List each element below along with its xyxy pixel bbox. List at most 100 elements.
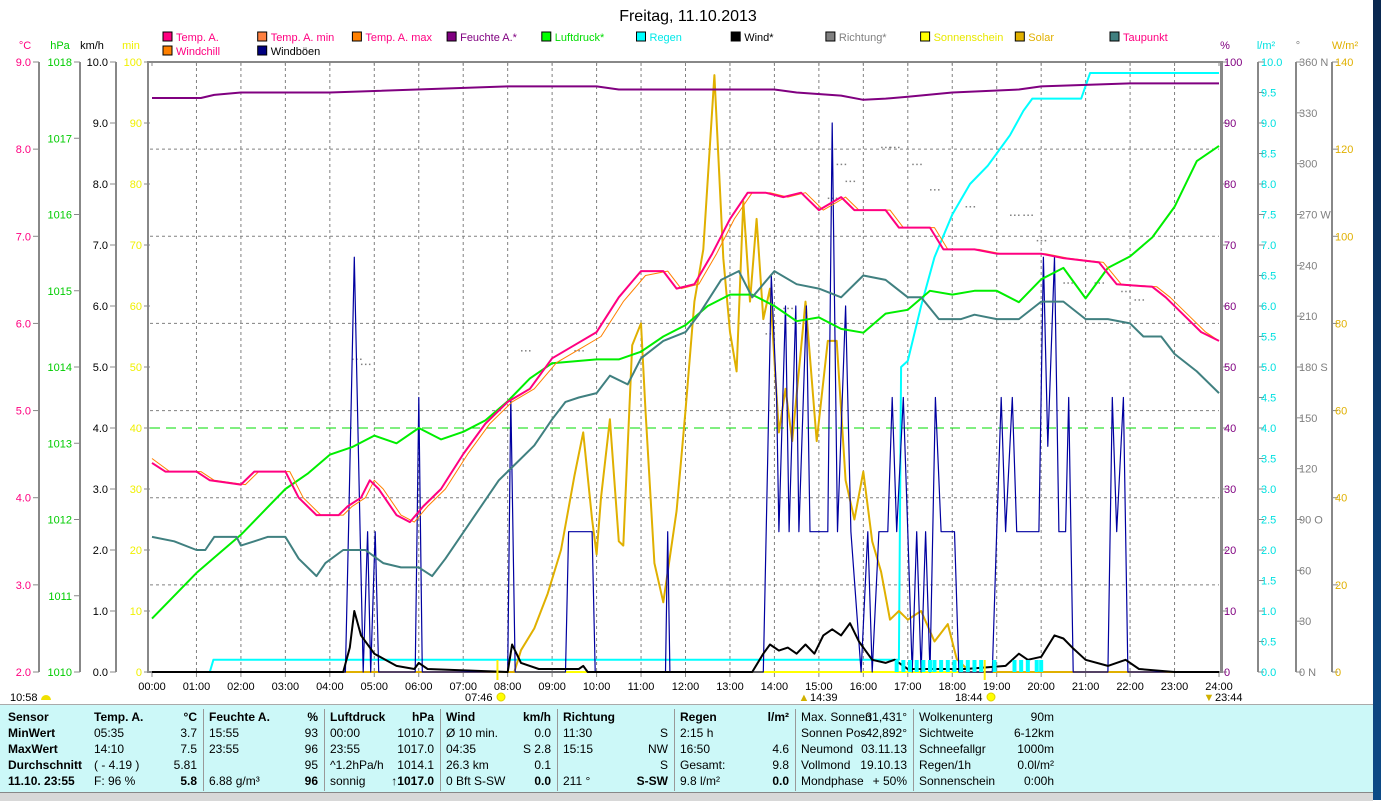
- stat-value: l/m²: [767, 710, 789, 724]
- axis-unit-label: hPa: [50, 40, 70, 52]
- axis-tick-label: 50: [130, 362, 142, 374]
- moon-icon: [41, 695, 51, 700]
- stats-column: Regen l/m² 2:15 h 16:50 4.6 Gesamt: 9.8 9.8 l/m…: [674, 709, 796, 791]
- stat-label: ( - 4.19 ): [94, 758, 140, 772]
- stat-label: Sichtweite: [919, 726, 974, 740]
- axis-tick-label: 50: [1224, 362, 1236, 374]
- stat-label: Mondphase: [801, 774, 864, 788]
- axis-tick-label: 5.5: [1261, 332, 1276, 344]
- direction-point: [521, 350, 523, 352]
- legend-label: Sonnenschein: [934, 32, 1004, 44]
- direction-point: [1102, 282, 1105, 284]
- stat-label: 2:15 h: [680, 726, 714, 740]
- arrow-up-icon: ▲: [799, 692, 810, 704]
- axis-tick-label: 2.0: [93, 545, 108, 557]
- direction-point: [965, 206, 968, 208]
- stats-row: 2:15 h: [674, 725, 795, 741]
- x-tick-label: 00:00: [138, 681, 166, 693]
- stats-row: ( - 4.19 ) 5.81: [88, 757, 203, 773]
- stat-label: Regen/1h: [919, 758, 972, 772]
- stat-label: 15:15: [563, 742, 594, 756]
- direction-point: [1023, 214, 1025, 216]
- axis-tick-label: 0.0: [93, 667, 108, 679]
- axis-tick-label: 7.0: [93, 240, 108, 252]
- stats-row: Max. Sonnen 31,431°: [795, 709, 913, 725]
- direction-point: [930, 189, 932, 191]
- stat-label: 211 °: [563, 774, 591, 788]
- stat-label: Durchschnitt: [8, 758, 83, 772]
- axis-tick-label: 100: [1335, 231, 1353, 243]
- legend-swatch: [162, 45, 173, 56]
- stats-column: Luftdruck hPa 00:00 1010.7 23:55 1017.0 ^1.2hP…: [324, 709, 441, 791]
- axis-tick-label: 5.0: [16, 406, 31, 418]
- axis-tick-label: 120: [1299, 464, 1317, 476]
- stats-row: Wolkenunterg 90m: [913, 709, 1060, 725]
- direction-point: [582, 350, 584, 352]
- stat-label: 15:55: [209, 726, 240, 740]
- stat-value: 0.0l/m²: [1017, 758, 1054, 772]
- stat-label: 16:50: [680, 742, 711, 756]
- direction-point: [1040, 239, 1043, 242]
- stat-value: S: [659, 758, 668, 772]
- axis-tick-label: 180 S: [1299, 362, 1328, 374]
- x-tick-label: 03:00: [272, 681, 300, 693]
- stats-row: 23:55 1017.0: [324, 741, 440, 757]
- stats-row: Richtung: [557, 709, 674, 725]
- axis-tick-label: 1015: [48, 286, 72, 298]
- axis-tick-label: 8.0: [1261, 179, 1276, 191]
- stat-value: 90m: [1030, 710, 1054, 724]
- stat-value: 0:00h: [1023, 774, 1054, 788]
- stat-value: hPa: [411, 710, 434, 724]
- stat-value: S-SW: [636, 774, 668, 788]
- stat-value: %: [307, 710, 318, 724]
- stats-row: Sensor: [0, 709, 88, 725]
- series-windböen: [152, 122, 1219, 673]
- axis-tick-label: 3.0: [1261, 484, 1276, 496]
- stat-label: Luftdruck: [330, 710, 386, 724]
- legend-swatch: [730, 31, 741, 42]
- axis-tick-label: 120: [1335, 144, 1353, 156]
- x-tick-label: 09:00: [538, 681, 566, 693]
- axis-tick-label: 300: [1299, 159, 1317, 171]
- stat-label: Regen: [680, 710, 717, 724]
- direction-point: [840, 163, 843, 166]
- x-tick-label: 21:00: [1072, 681, 1100, 693]
- time-moonset: 23:44: [1215, 692, 1243, 704]
- rain-rate-bar: [959, 660, 964, 672]
- axis-tick-label: 80: [1224, 179, 1236, 191]
- axis-unit-label: W/m²: [1332, 40, 1359, 52]
- legend-label: Temp. A. max: [365, 32, 432, 44]
- axis-tick-label: 30: [1299, 616, 1311, 628]
- stat-label: 05:35: [94, 726, 125, 740]
- rain-rate-bar: [928, 660, 933, 672]
- stat-value: -42,892°: [861, 726, 908, 740]
- stat-label: Vollmond: [801, 758, 851, 772]
- axis-tick-label: 20: [1224, 545, 1236, 557]
- stats-row: Ø 10 min. 0.0: [440, 725, 557, 741]
- arrow-down-icon: ▼: [1204, 692, 1215, 704]
- axis-tick-label: 7.0: [1261, 240, 1276, 252]
- time-sunrise: 07:46: [465, 692, 493, 704]
- x-tick-label: 01:00: [183, 681, 211, 693]
- stat-label: MinWert: [8, 726, 56, 740]
- direction-point: [1063, 282, 1065, 284]
- axis-tick-label: 90: [1224, 118, 1236, 130]
- legend-swatch: [920, 31, 931, 42]
- direction-point: [791, 307, 793, 310]
- stat-value: 1010.7: [397, 726, 434, 740]
- stats-row: Sichtweite 6-12km: [913, 725, 1060, 741]
- stat-label: 0 Bft S-SW: [446, 774, 506, 788]
- stats-row: 11.10. 23:55: [0, 773, 88, 789]
- axis-tick-label: 70: [1224, 240, 1236, 252]
- stat-label: Gesamt:: [680, 758, 726, 772]
- stats-row: S: [557, 757, 674, 773]
- stats-row: 6.88 g/m³ 96: [203, 773, 324, 789]
- axis-tick-label: 9.0: [16, 57, 31, 69]
- direction-point: [1067, 282, 1069, 284]
- axis-tick-label: 240: [1299, 260, 1317, 272]
- direction-point: [885, 146, 887, 149]
- legend-label: Feuchte A.*: [460, 32, 518, 44]
- direction-point: [890, 146, 892, 149]
- axis-tick-label: 20: [130, 545, 142, 557]
- stat-label: 23:55: [330, 742, 361, 756]
